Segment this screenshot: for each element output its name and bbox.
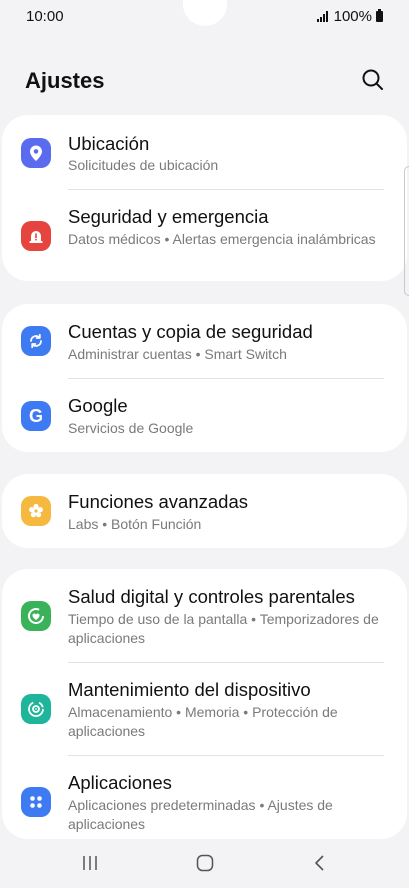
apps-title: Aplicaciones (68, 772, 172, 793)
security-title: Seguridad y emergencia (68, 206, 269, 227)
location-title: Ubicación (68, 133, 150, 154)
google-title: Google (68, 395, 128, 416)
gear-flower-icon (21, 496, 51, 526)
google-g-icon: G (21, 401, 51, 431)
scrollbar-handle[interactable] (404, 166, 409, 296)
signal-icon (316, 11, 328, 22)
page-title: Ajustes (25, 68, 105, 93)
settings-item-advanced-features[interactable]: Funciones avanzadas Labs • Botón Función (2, 474, 407, 548)
device-care-icon (21, 694, 51, 724)
apps-subtitle: Aplicaciones predeterminadas • Ajustes d… (68, 797, 333, 832)
status-bar: 10:00 100% (0, 0, 409, 34)
location-subtitle: Solicitudes de ubicación (68, 157, 219, 173)
security-subtitle: Datos médicos • Alertas emergencia inalá… (68, 231, 376, 247)
settings-group-wellbeing-care-apps: Salud digital y controles parentales Tie… (2, 569, 407, 839)
recents-button[interactable] (70, 850, 110, 876)
search-button[interactable] (359, 66, 387, 94)
google-subtitle: Servicios de Google (68, 420, 194, 436)
settings-group-accounts-google: Cuentas y copia de seguridad Administrar… (2, 304, 407, 452)
wellbeing-title: Salud digital y controles parentales (68, 586, 355, 607)
battery-percentage: 100% (333, 8, 372, 25)
settings-item-digital-wellbeing[interactable]: Salud digital y controles parentales Tie… (2, 569, 407, 662)
settings-item-device-care[interactable]: Mantenimiento del dispositivo Almacenami… (2, 663, 407, 755)
back-button[interactable] (300, 850, 340, 876)
back-icon (315, 855, 324, 871)
device-care-subtitle: Almacenamiento • Memoria • Protección de… (68, 704, 338, 739)
accounts-subtitle: Administrar cuentas • Smart Switch (68, 346, 287, 362)
location-pin-icon (21, 138, 51, 168)
camera-notch (183, 0, 227, 26)
battery-icon (376, 9, 383, 22)
advanced-title: Funciones avanzadas (68, 491, 248, 512)
advanced-subtitle: Labs • Botón Función (68, 516, 202, 532)
settings-item-apps[interactable]: Aplicaciones Aplicaciones predeterminada… (2, 756, 407, 839)
heart-circle-icon (21, 601, 51, 631)
settings-item-location[interactable]: Ubicación Solicitudes de ubicación (2, 115, 407, 189)
settings-group-location-security: Ubicación Solicitudes de ubicación Segur… (2, 115, 407, 281)
home-icon (196, 854, 214, 872)
recents-icon (83, 856, 97, 870)
header: Ajustes (0, 56, 409, 106)
status-indicators: 100% (316, 8, 383, 25)
settings-item-security-emergency[interactable]: Seguridad y emergencia Datos médicos • A… (2, 190, 407, 281)
wellbeing-subtitle: Tiempo de uso de la pantalla • Temporiza… (68, 611, 379, 646)
status-time: 10:00 (26, 8, 64, 25)
device-care-title: Mantenimiento del dispositivo (68, 679, 311, 700)
settings-group-advanced: Funciones avanzadas Labs • Botón Función (2, 474, 407, 548)
apps-grid-icon (21, 787, 51, 817)
sync-arrows-icon (21, 326, 51, 356)
navigation-bar (0, 836, 409, 888)
home-button[interactable] (185, 850, 225, 876)
settings-item-google[interactable]: G Google Servicios de Google (2, 379, 407, 452)
settings-item-accounts-backup[interactable]: Cuentas y copia de seguridad Administrar… (2, 304, 407, 378)
emergency-alert-icon (21, 221, 51, 251)
accounts-title: Cuentas y copia de seguridad (68, 321, 313, 342)
search-icon (362, 69, 383, 90)
